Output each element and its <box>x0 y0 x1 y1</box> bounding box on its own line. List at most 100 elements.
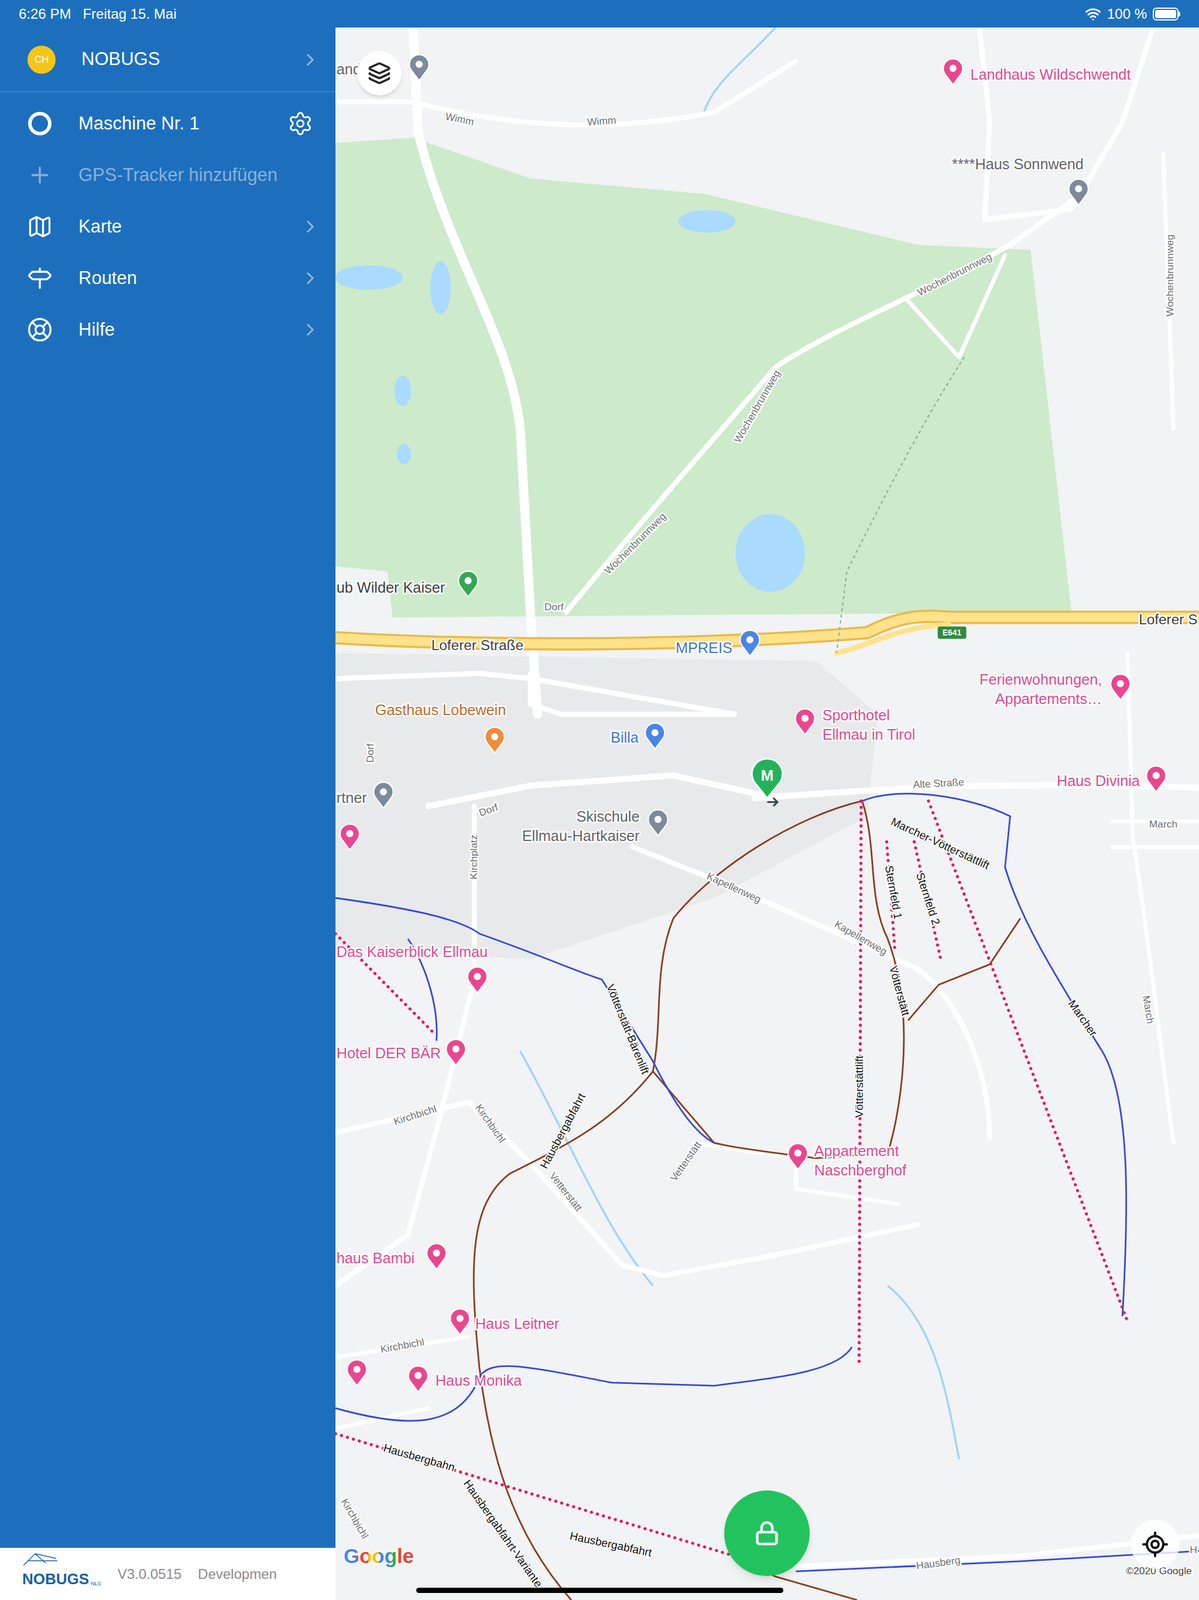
map-label-food[interactable]: Gasthaus Lobewein <box>375 701 506 718</box>
map-label-road[interactable]: Dorf <box>544 600 564 613</box>
map-label-road[interactable]: Kirchbichl <box>473 1101 509 1145</box>
map-label-road[interactable]: Wimm <box>444 110 475 128</box>
map-pin-icon[interactable] <box>1146 765 1166 792</box>
map-label-lodging[interactable]: Sporthotel <box>822 706 890 724</box>
map-pin-icon[interactable] <box>1110 673 1130 700</box>
map-label-piste[interactable]: Hausbergabfahrt <box>538 1090 589 1170</box>
map-label-road[interactable]: Wochenbrunnweg <box>601 509 668 577</box>
map-label-road[interactable]: Kirchbichl <box>338 1495 372 1540</box>
map-label-shop[interactable]: Billa <box>610 728 640 746</box>
roads <box>335 27 1199 1567</box>
sidebar-item[interactable]: Routen <box>0 252 336 304</box>
map-label-lodging[interactable]: Landhaus Wildschwendt <box>970 66 1131 83</box>
chevron-right-icon <box>300 49 321 70</box>
map-label-place[interactable]: Ellmau-Hartkaiser <box>522 827 640 844</box>
sidebar-item[interactable]: Maschine Nr. 1 <box>0 97 336 150</box>
map-label-road[interactable]: Kirchplatz <box>467 834 480 879</box>
map-label-lodging[interactable]: haus Bambi <box>336 1249 415 1266</box>
map-label-lodging[interactable]: Hotel DER BÄR <box>336 1044 441 1061</box>
map-pin-icon[interactable] <box>408 1365 428 1392</box>
map-label-road[interactable]: Kirchbichl <box>392 1102 438 1127</box>
map-pin-icon[interactable] <box>645 723 665 749</box>
map-pin-icon[interactable] <box>795 708 815 735</box>
map-label-lodging[interactable]: Ferienwohnungen, <box>979 670 1102 688</box>
map-label-golf[interactable]: ub Wilder Kaiser <box>336 579 445 596</box>
map-pin-icon[interactable] <box>409 54 429 81</box>
map-pin-icon[interactable] <box>788 1143 808 1170</box>
sidebar-item[interactable]: Karte <box>0 200 336 253</box>
map-label-major-road[interactable]: Loferer Straße <box>431 636 524 653</box>
map-label-lodging[interactable]: Haus Leitner <box>475 1314 560 1332</box>
map-label-road[interactable]: Wochenbrunnweg <box>915 250 994 298</box>
map-label-road[interactable]: H <box>1189 1543 1198 1555</box>
map-label-piste[interactable]: Vötterstätt-Bärenlift <box>604 981 652 1076</box>
map-pin-icon[interactable] <box>740 629 760 656</box>
locate-button[interactable] <box>1130 1519 1180 1569</box>
map[interactable]: andWimmWimmLandhaus Wildschwendt****Haus… <box>335 27 1199 1600</box>
status-date: Freitag 15. Mai <box>82 3 177 25</box>
map-pin-icon[interactable] <box>1069 179 1089 205</box>
map-label-road[interactable]: Kirchbichl <box>379 1335 426 1355</box>
map-label-road[interactable]: Dorf <box>364 742 376 763</box>
google-logo: Google <box>343 1543 414 1567</box>
map-label-piste[interactable]: Hausbergabfahrt-Variante <box>461 1477 546 1589</box>
map-label-road[interactable]: March <box>1149 817 1178 830</box>
lock-button[interactable] <box>724 1489 810 1576</box>
map-pin-icon[interactable] <box>943 58 963 85</box>
map-pin-icon[interactable] <box>446 1039 466 1065</box>
battery-icon <box>1152 7 1181 21</box>
sidebar-item: GPS-Tracker hinzufügen <box>0 149 336 201</box>
map-pin-icon[interactable] <box>347 1359 367 1386</box>
map-label-road[interactable]: Wochenbrunnweg <box>731 367 783 445</box>
map-label-lodging[interactable]: Appartements… <box>995 690 1103 707</box>
map-label-piste[interactable]: Vötterstättlift <box>852 1054 866 1118</box>
account-name: NOBUGS <box>81 45 301 74</box>
map-label-lodging[interactable]: Haus Divinia <box>1056 772 1141 789</box>
wifi-icon <box>1084 5 1102 23</box>
map-label-lodging[interactable]: Naschberghof <box>814 1161 907 1178</box>
map-icon <box>26 213 53 240</box>
map-label-lodging[interactable]: Haus Monika <box>435 1371 523 1389</box>
account-row[interactable]: CHNOBUGS <box>0 27 336 92</box>
map-label-place[interactable]: rtner <box>336 789 368 806</box>
map-label-road[interactable]: Wochenbrunnweg <box>1163 234 1176 317</box>
map-label-road[interactable]: Wimm <box>586 114 617 128</box>
map-label-lodging[interactable]: Ellmau in Tirol <box>822 725 916 743</box>
map-pin-icon[interactable] <box>426 1242 447 1269</box>
map-pin-icon[interactable] <box>648 809 668 836</box>
map-pin-icon[interactable] <box>458 570 478 597</box>
sidebar-item[interactable]: Hilfe <box>0 303 336 356</box>
map-label-road[interactable]: Kapellenweg <box>832 917 889 958</box>
map-pin-icon[interactable] <box>340 823 360 850</box>
machine-marker[interactable]: M <box>751 758 783 806</box>
map-label-road[interactable]: Hausberg <box>915 1553 962 1571</box>
map-label-piste[interactable]: Hausbergabfahrt <box>568 1529 654 1559</box>
map-label-piste[interactable]: Hausbergbahn <box>382 1440 457 1473</box>
map-label-lodging[interactable]: Das Kaiserblick Ellmau <box>336 943 488 960</box>
chevron-right-icon <box>300 319 321 340</box>
map-label-place[interactable]: Skischule <box>576 807 640 825</box>
map-label-piste[interactable]: Marcher-Vötterstättlift <box>889 814 992 872</box>
map-pin-icon[interactable] <box>467 966 488 993</box>
map-label-piste[interactable]: Vötterstätt <box>886 964 913 1017</box>
map-label-piste[interactable]: Sternfeld 1 <box>882 864 905 920</box>
layers-button[interactable] <box>357 50 402 96</box>
chevron-right-icon <box>300 216 321 237</box>
map-pin-icon[interactable] <box>484 727 505 753</box>
map-label-piste[interactable]: Marcher <box>1066 997 1101 1039</box>
map-pin-icon[interactable] <box>450 1308 470 1335</box>
map-label-road[interactable]: Dorf <box>477 800 500 819</box>
map-label-lodging[interactable]: Appartement <box>814 1142 900 1159</box>
gear-icon[interactable] <box>287 110 314 137</box>
map-canvas[interactable]: andWimmWimmLandhaus Wildschwendt****Haus… <box>335 27 1199 1600</box>
map-label-road[interactable]: March <box>1139 994 1157 1024</box>
map-label-road[interactable]: Alte Straße <box>912 775 965 791</box>
map-label-piste[interactable]: Sternfeld 2 <box>913 870 943 927</box>
map-pin-icon[interactable] <box>373 782 393 808</box>
map-label-road[interactable]: Vetterstätt <box>547 1169 585 1214</box>
map-label-place[interactable]: ****Haus Sonnwend <box>951 155 1084 173</box>
map-label-road[interactable]: Kapellenweg <box>704 869 763 905</box>
map-label-major-road[interactable]: Loferer S <box>1138 611 1198 628</box>
map-label-shop[interactable]: MPREIS <box>675 639 733 656</box>
map-label-road[interactable]: Vetterstätt <box>667 1138 704 1184</box>
